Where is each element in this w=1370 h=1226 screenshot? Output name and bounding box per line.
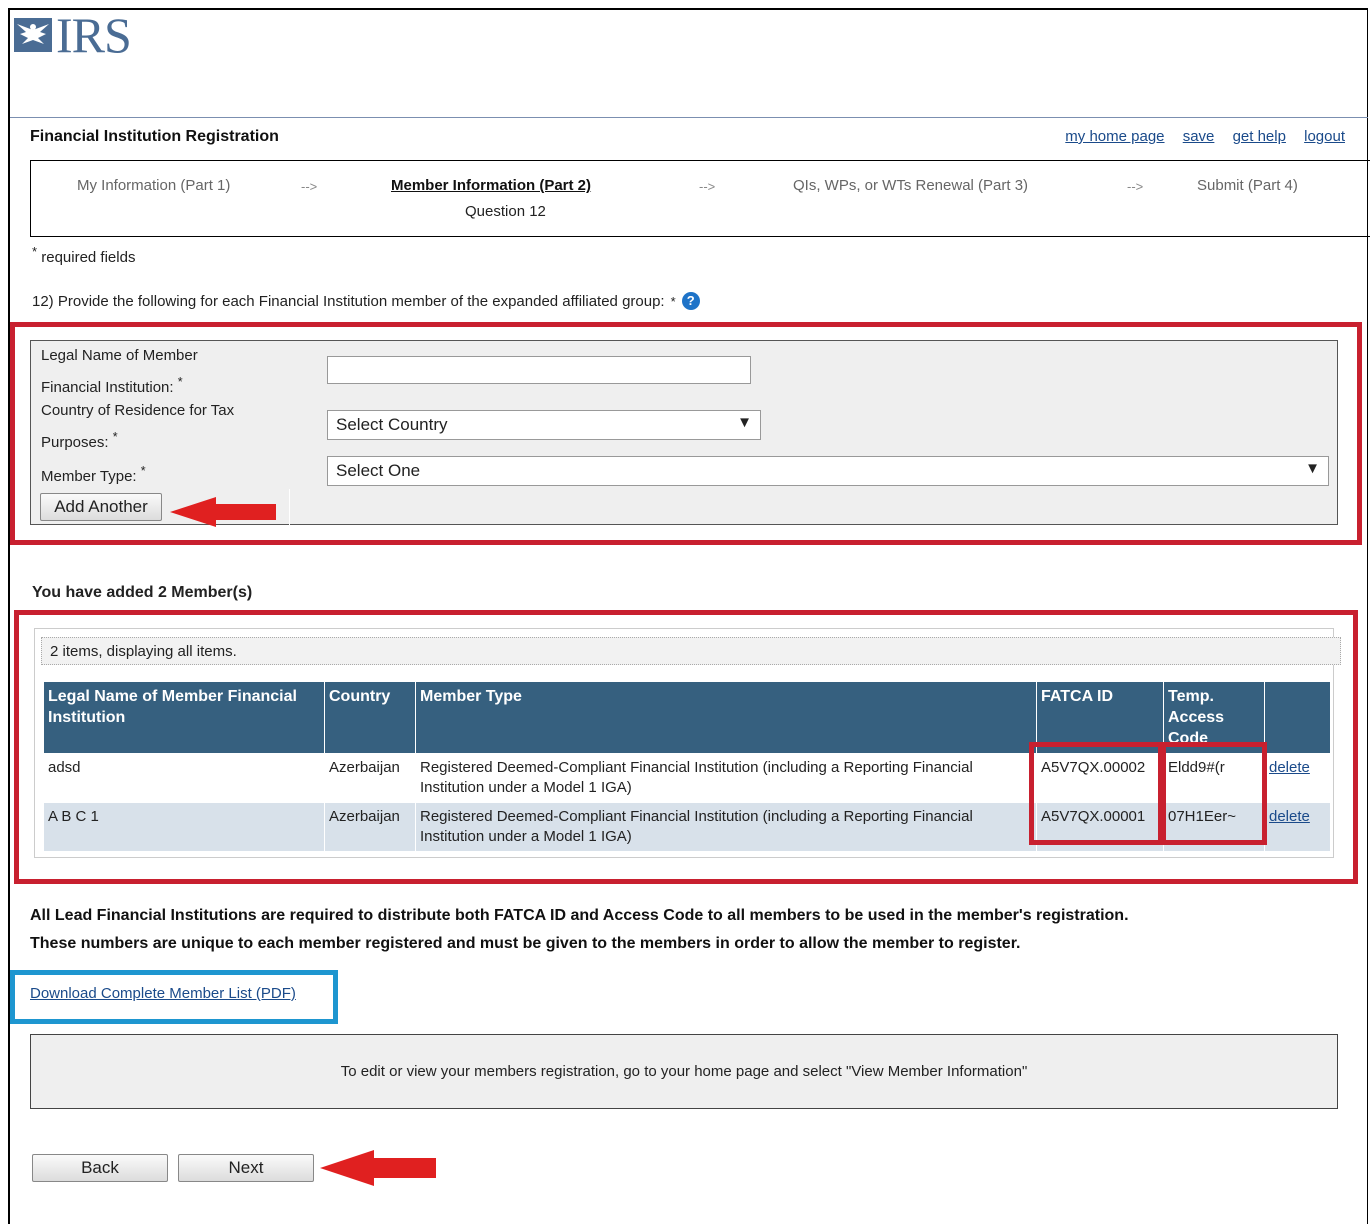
logo-text: IRS — [56, 7, 132, 63]
required-note: * required fields — [32, 244, 136, 266]
col-legal-name[interactable]: Legal Name of Member Financial Instituti… — [43, 681, 325, 754]
notice-line-2: These numbers are unique to each member … — [30, 935, 1021, 952]
annotation-fatca-id-highlight — [1029, 742, 1163, 845]
member-type-label: Member Type: * — [41, 464, 146, 485]
country-select-value: Select Country — [336, 415, 448, 434]
member-type-select-value: Select One — [336, 461, 421, 480]
save-link[interactable]: save — [1183, 128, 1215, 145]
dropdown-arrow-icon: ▼ — [737, 414, 752, 431]
col-member-type[interactable]: Member Type — [415, 681, 1037, 754]
step-1: My Information (Part 1) — [77, 177, 231, 194]
cell-name: A B C 1 — [43, 802, 325, 852]
header-divider — [10, 117, 1368, 118]
progress-steps: My Information (Part 1) --> Member Infor… — [30, 160, 1370, 237]
step-2-active: Member Information (Part 2) — [391, 177, 592, 194]
step-separator: --> — [301, 179, 318, 194]
logout-link[interactable]: logout — [1304, 128, 1345, 145]
delete-link[interactable]: delete — [1269, 808, 1310, 825]
members-added-heading: You have added 2 Member(s) — [32, 584, 253, 601]
step-3: QIs, WPs, or WTs Renewal (Part 3) — [793, 177, 1029, 194]
step-separator: --> — [699, 179, 716, 194]
distribution-notice: All Lead Financial Institutions are requ… — [30, 902, 1350, 958]
member-type-select[interactable]: Select One ▼ — [327, 456, 1329, 486]
annotation-access-code-highlight — [1161, 742, 1267, 845]
my-home-page-link[interactable]: my home page — [1065, 128, 1164, 145]
notice-line-1: All Lead Financial Institutions are requ… — [30, 907, 1129, 924]
divider — [289, 489, 290, 525]
next-button[interactable]: Next — [178, 1154, 314, 1182]
step-2-question: Question 12 — [465, 203, 546, 220]
header-links: my home page save get help logout — [1051, 128, 1345, 145]
country-label: Country of Residence for Tax Purposes: * — [41, 402, 235, 451]
col-country[interactable]: Country — [324, 681, 416, 754]
page-title: Financial Institution Registration — [30, 128, 279, 145]
step-4: Submit (Part 4) — [1197, 177, 1298, 194]
back-button[interactable]: Back — [32, 1154, 168, 1182]
irs-logo: IRS — [12, 6, 132, 64]
cell-member-type: Registered Deemed-Compliant Financial In… — [415, 753, 1037, 803]
dropdown-arrow-icon: ▼ — [1305, 460, 1320, 477]
cell-country: Azerbaijan — [324, 802, 416, 852]
eagle-icon — [14, 18, 52, 52]
get-help-link[interactable]: get help — [1233, 128, 1286, 145]
required-note-text: required fields — [41, 249, 136, 266]
step-separator: --> — [1127, 179, 1144, 194]
help-icon[interactable]: ? — [681, 292, 700, 310]
legal-name-label: Legal Name of Member Financial Institutio… — [41, 347, 198, 396]
download-member-list-link[interactable]: Download Complete Member List (PDF) — [30, 985, 296, 1002]
country-select[interactable]: Select Country ▼ — [327, 410, 761, 440]
question-text: 12) Provide the following for each Finan… — [32, 292, 665, 310]
red-arrow-icon — [320, 1150, 436, 1186]
cell-member-type: Registered Deemed-Compliant Financial In… — [415, 802, 1037, 852]
info-box: To edit or view your members registratio… — [30, 1034, 1338, 1109]
add-another-button[interactable]: Add Another — [40, 493, 162, 521]
question-12: 12) Provide the following for each Finan… — [32, 292, 700, 310]
top-bar: Financial Institution Registration my ho… — [30, 128, 1345, 150]
col-actions — [1264, 681, 1331, 754]
legal-name-input[interactable] — [327, 356, 751, 384]
delete-link[interactable]: delete — [1269, 759, 1310, 776]
cell-country: Azerbaijan — [324, 753, 416, 803]
table-summary: 2 items, displaying all items. — [41, 637, 1341, 665]
cell-name: adsd — [43, 753, 325, 803]
red-arrow-icon — [170, 497, 276, 527]
